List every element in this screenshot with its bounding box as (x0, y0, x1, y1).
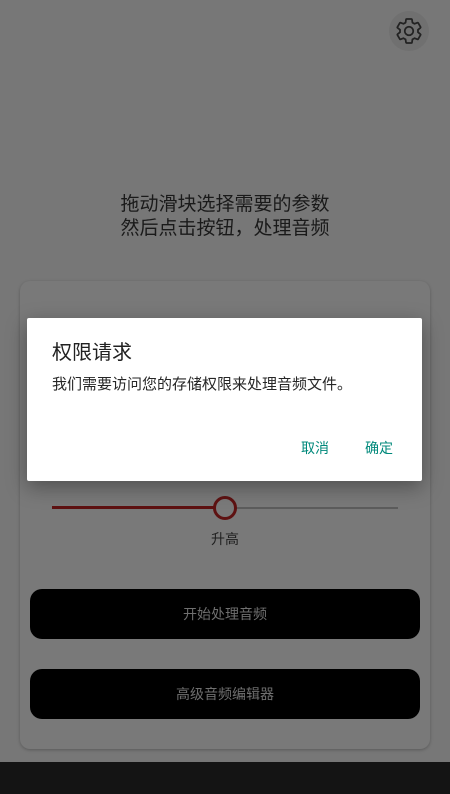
slider-value-label: 升高 (211, 532, 239, 548)
advanced-editor-button[interactable]: 高级音频编辑器 (30, 669, 420, 719)
slider-thumb[interactable] (213, 496, 237, 520)
navigation-bar (0, 762, 450, 794)
instructions-line-1: 拖动滑块选择需要的参数 (120, 193, 330, 215)
start-processing-button[interactable]: 开始处理音频 (30, 589, 420, 639)
permission-dialog: 权限请求 我们需要访问您的存储权限来处理音频文件。 取消 确定 (27, 318, 422, 481)
slider-fill (52, 506, 225, 509)
confirm-button[interactable]: 确定 (365, 438, 393, 458)
instructions-line-2: 然后点击按钮，处理音频 (120, 217, 330, 239)
gear-icon (396, 18, 422, 44)
dialog-message: 我们需要访问您的存储权限来处理音频文件。 (52, 375, 353, 393)
settings-button[interactable] (389, 11, 429, 51)
cancel-button[interactable]: 取消 (301, 438, 329, 458)
dialog-title: 权限请求 (52, 340, 132, 364)
pitch-slider[interactable] (52, 496, 398, 520)
instructions-text: 拖动滑块选择需要的参数 然后点击按钮，处理音频 (0, 192, 450, 240)
